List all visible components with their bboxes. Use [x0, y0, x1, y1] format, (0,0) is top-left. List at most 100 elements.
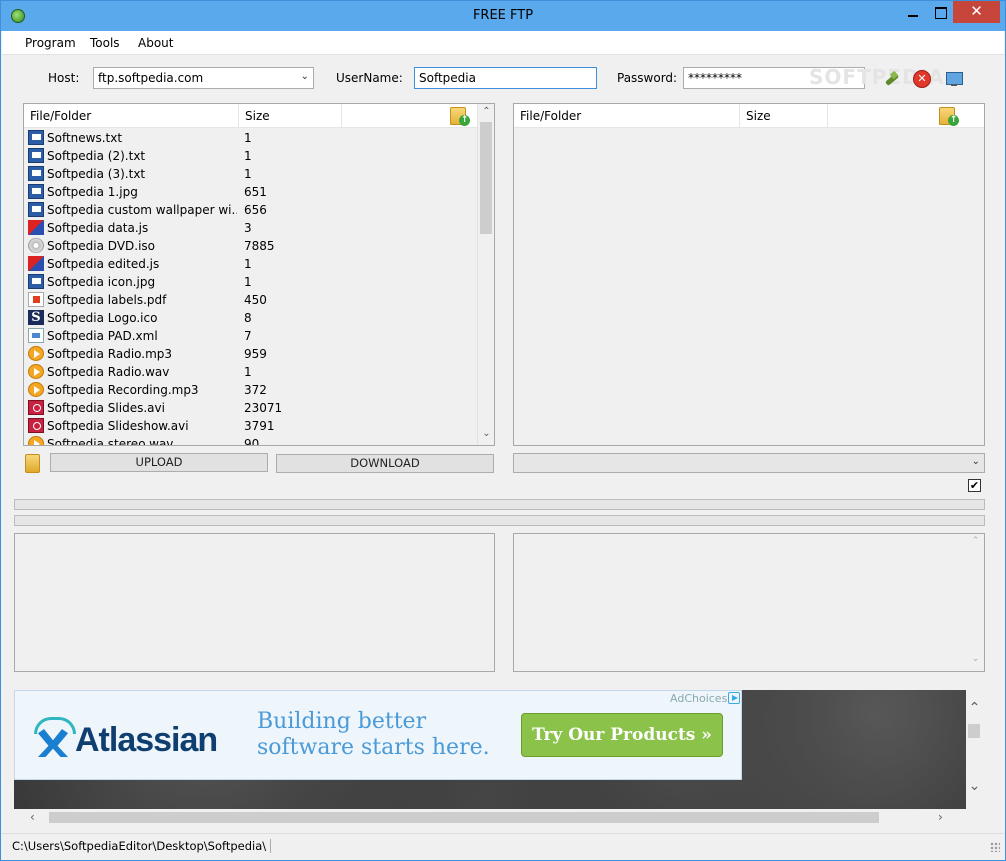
- remote-file-panel: File/Folder Size: [513, 103, 985, 446]
- table-row[interactable]: Softpedia data.js 3: [24, 219, 476, 237]
- file-size: 90: [244, 437, 260, 445]
- progress-bar-1: [14, 499, 985, 510]
- file-size: 8: [244, 311, 252, 325]
- option-checkbox[interactable]: ✔: [968, 479, 981, 492]
- file-name: Softpedia edited.js: [47, 257, 160, 271]
- file-size: 3791: [244, 419, 275, 433]
- js-file-icon: [28, 220, 44, 235]
- table-row[interactable]: Softpedia Radio.wav 1: [24, 363, 476, 381]
- ad-brand: Atlassian: [75, 721, 218, 759]
- scroll-left-arrow[interactable]: ‹: [30, 810, 35, 824]
- file-size: 959: [244, 347, 267, 361]
- chevron-down-icon[interactable]: ⌄: [301, 71, 309, 82]
- table-row[interactable]: Softpedia edited.js 1: [24, 255, 476, 273]
- status-bar: C:\Users\SoftpediaEditor\Desktop\Softped…: [2, 833, 1004, 855]
- video-file-icon: [28, 418, 44, 433]
- file-name: Softpedia Slideshow.avi: [47, 419, 189, 433]
- doc-file-icon: [28, 130, 44, 145]
- local-vscroll[interactable]: ⌃ ⌄: [477, 104, 494, 445]
- minimize-button[interactable]: [899, 1, 927, 23]
- table-row[interactable]: Softpedia (3).txt 1: [24, 165, 476, 183]
- monitor-icon[interactable]: [945, 70, 963, 88]
- scroll-down-arrow[interactable]: ⌄: [966, 778, 983, 794]
- scroll-up-arrow[interactable]: ⌃: [966, 700, 983, 716]
- local-folder-icon[interactable]: [25, 452, 40, 473]
- file-size: 3: [244, 221, 252, 235]
- file-name: Softpedia 1.jpg: [47, 185, 138, 199]
- ad-hscroll[interactable]: ‹ ›: [14, 809, 966, 826]
- host-combo[interactable]: ftp.softpedia.com ⌄: [93, 67, 314, 89]
- remote-log-panel: ⌃ ⌄: [513, 533, 985, 672]
- username-input[interactable]: Softpedia: [414, 67, 597, 89]
- file-size: 1: [244, 149, 252, 163]
- doc-file-icon: [28, 184, 44, 199]
- scroll-down-arrow[interactable]: ⌄: [478, 428, 495, 439]
- ad-vscroll-thumb[interactable]: [968, 724, 980, 738]
- table-row[interactable]: S Softpedia Logo.ico 8: [24, 309, 476, 327]
- remote-folder-up-icon[interactable]: [937, 105, 959, 127]
- menu-program[interactable]: Program: [25, 36, 76, 50]
- upload-button[interactable]: UPLOAD: [50, 453, 268, 472]
- scroll-right-arrow[interactable]: ›: [938, 810, 943, 824]
- close-button[interactable]: ✕: [953, 1, 1000, 23]
- menu-about[interactable]: About: [138, 36, 173, 50]
- adchoices-label[interactable]: AdChoices: [670, 692, 727, 705]
- iso-file-icon: [28, 238, 44, 253]
- table-row[interactable]: Softpedia custom wallpaper wi... 656: [24, 201, 476, 219]
- file-name: Softpedia Radio.mp3: [47, 347, 173, 361]
- ad-vscroll[interactable]: ⌃ ⌄: [966, 690, 983, 809]
- media-file-icon: [28, 382, 44, 397]
- status-path: C:\Users\SoftpediaEditor\Desktop\Softped…: [12, 839, 272, 853]
- scroll-up-arrow[interactable]: ⌃: [478, 106, 495, 117]
- table-row[interactable]: Softpedia PAD.xml 7: [24, 327, 476, 345]
- video-file-icon: [28, 400, 44, 415]
- remote-col-size[interactable]: Size: [740, 104, 828, 128]
- local-vscroll-thumb[interactable]: [480, 122, 492, 234]
- ad-hscroll-thumb[interactable]: [49, 812, 879, 823]
- table-row[interactable]: Softpedia 1.jpg 651: [24, 183, 476, 201]
- doc-file-icon: [28, 202, 44, 217]
- scroll-down-arrow[interactable]: ⌄: [967, 654, 984, 664]
- remote-path-combo[interactable]: ⌄: [513, 453, 985, 473]
- file-size: 1: [244, 365, 252, 379]
- file-size: 23071: [244, 401, 283, 415]
- scroll-up-arrow[interactable]: ⌃: [967, 536, 984, 546]
- table-row[interactable]: Softpedia (2).txt 1: [24, 147, 476, 165]
- js-file-icon: [28, 256, 44, 271]
- media-file-icon: [28, 346, 44, 361]
- table-row[interactable]: Softpedia stereo.wav 90: [24, 435, 476, 445]
- file-name: Softpedia Recording.mp3: [47, 383, 199, 397]
- table-row[interactable]: Softpedia Slides.avi 23071: [24, 399, 476, 417]
- disconnect-icon[interactable]: ✕: [913, 70, 931, 88]
- local-col-size[interactable]: Size: [239, 104, 342, 128]
- table-row[interactable]: Softpedia Radio.mp3 959: [24, 345, 476, 363]
- file-name: Softpedia DVD.iso: [47, 239, 156, 253]
- resize-grip-icon[interactable]: [990, 842, 1000, 852]
- file-size: 651: [244, 185, 267, 199]
- host-value: ftp.softpedia.com: [98, 71, 204, 85]
- menu-tools[interactable]: Tools: [90, 36, 120, 50]
- ad-area: AdChoices Atlassian Building better soft…: [14, 690, 966, 809]
- media-file-icon: [28, 364, 44, 379]
- download-button[interactable]: DOWNLOAD: [276, 454, 494, 473]
- remote-col-file[interactable]: File/Folder: [514, 104, 740, 128]
- remote-log-vscroll[interactable]: ⌃ ⌄: [967, 534, 984, 671]
- adchoices-icon[interactable]: [728, 692, 740, 704]
- table-row[interactable]: Softpedia icon.jpg 1: [24, 273, 476, 291]
- ad-banner[interactable]: AdChoices Atlassian Building better soft…: [14, 690, 742, 780]
- folder-up-icon[interactable]: [448, 105, 470, 127]
- title-bar[interactable]: FREE FTP ✕: [1, 1, 1005, 31]
- table-row[interactable]: Softpedia Slideshow.avi 3791: [24, 417, 476, 435]
- ad-cta-button[interactable]: Try Our Products »: [521, 713, 723, 757]
- table-row[interactable]: Softnews.txt 1: [24, 129, 476, 147]
- s-file-icon: S: [28, 310, 44, 325]
- maximize-button[interactable]: [927, 1, 953, 23]
- table-row[interactable]: Softpedia DVD.iso 7885: [24, 237, 476, 255]
- local-col-file[interactable]: File/Folder: [24, 104, 239, 128]
- password-label: Password:: [617, 71, 678, 85]
- table-row[interactable]: Softpedia labels.pdf 450: [24, 291, 476, 309]
- table-row[interactable]: Softpedia Recording.mp3 372: [24, 381, 476, 399]
- file-name: Softpedia custom wallpaper wi...: [47, 203, 237, 217]
- chevron-down-icon[interactable]: ⌄: [972, 456, 980, 467]
- plug-icon[interactable]: [883, 70, 901, 88]
